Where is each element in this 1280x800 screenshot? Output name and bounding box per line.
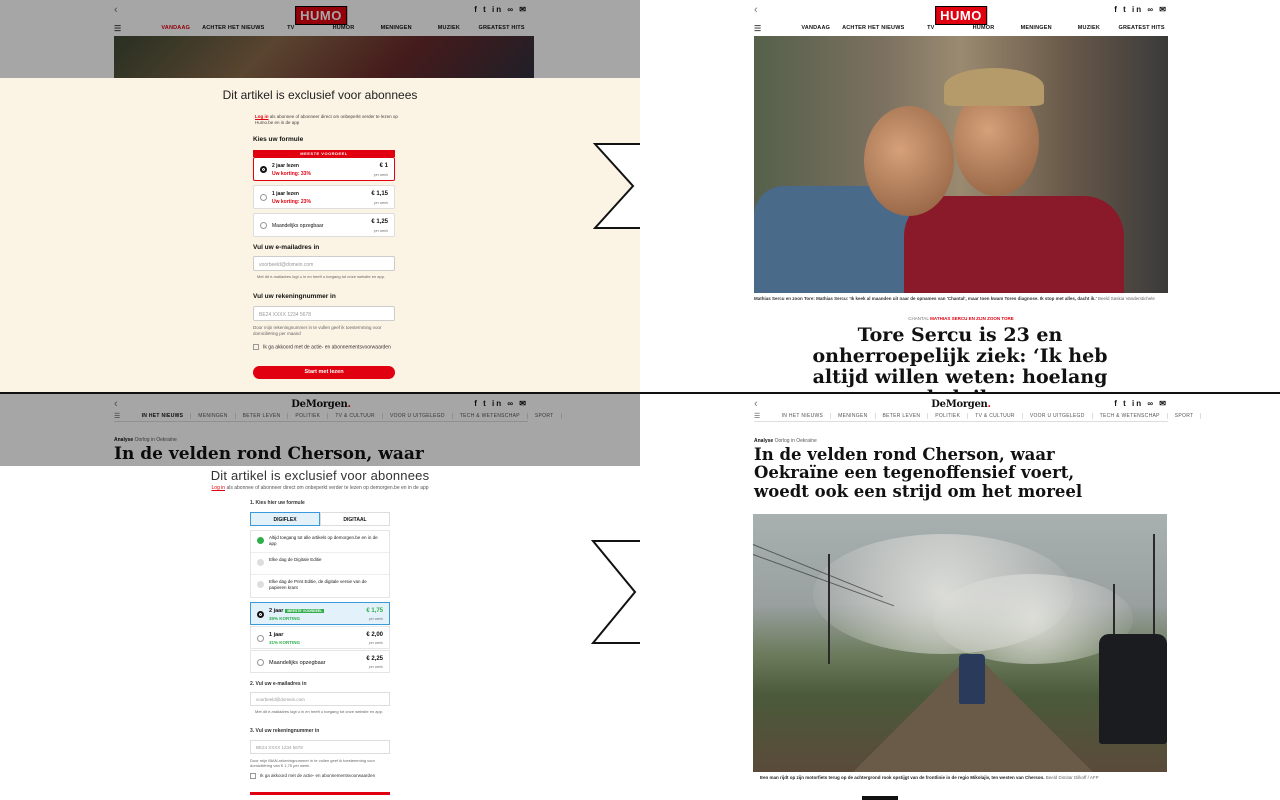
nav-item[interactable]: POLITIEK xyxy=(928,412,969,419)
iban-hint: Door mijn rekeningnummer in te vullen ge… xyxy=(253,325,382,337)
nav-item[interactable]: MUZIEK xyxy=(1063,25,1116,31)
terms-checkbox[interactable] xyxy=(250,773,256,779)
feature-item: Altijd toegang tot alle artikels op demo… xyxy=(251,531,389,553)
feature-item: Elke dag de Print Editie, de digitale ve… xyxy=(251,575,389,597)
login-link[interactable]: Log in xyxy=(255,114,269,119)
tab-digitaal[interactable]: DIGITAAL xyxy=(320,512,390,526)
check-icon xyxy=(257,537,264,544)
article-photo xyxy=(754,36,1168,293)
humo-article-screen: ‹ HUMO f t in ∞ ✉ ☰ VANDAAG ACHTER HET N… xyxy=(640,0,1280,392)
best-value-ribbon: MEESTE VOORDEEL xyxy=(253,150,395,157)
nav-item[interactable]: SPORT xyxy=(1168,412,1202,419)
plan-option-monthly[interactable]: Maandelijks opzegbaar € 1,25 per week xyxy=(253,213,395,237)
nav-item[interactable]: TECH & WETENSCHAP xyxy=(1093,412,1168,419)
nav-item[interactable]: TV xyxy=(904,25,957,31)
nav-item[interactable]: ACHTER HET NIEUWS xyxy=(842,25,904,31)
email-hint: Met dit e-mailadres logt u in en heeft u… xyxy=(255,709,384,714)
article-kicker: CHANTAL MATHIAS SERCU EN ZIJN ZOON TORE xyxy=(908,316,1014,321)
email-hint: Met dit e-mailadres logt u in en heeft u… xyxy=(257,274,386,279)
nav-item[interactable]: TV & CULTUUR xyxy=(968,412,1023,419)
nav-item[interactable]: VANDAAG xyxy=(789,25,842,31)
scroll-indicator xyxy=(862,796,898,800)
plan-option-1-year[interactable]: 1 jaar 31% KORTING € 2,00 per week xyxy=(250,626,390,649)
step3-heading: 3. Vul uw rekeningnummer in xyxy=(250,728,320,734)
nav-item[interactable]: MENINGEN xyxy=(1010,25,1063,31)
feature-item: Elke dag de Digitale Editie xyxy=(251,553,389,575)
email-field[interactable]: voorbeeld@domein.com xyxy=(253,256,395,271)
back-icon[interactable]: ‹ xyxy=(754,4,758,16)
social-icons[interactable]: f t in ∞ ✉ xyxy=(1114,399,1168,408)
paywall-panel: Dit artikel is exclusief voor abonnees L… xyxy=(0,78,640,392)
login-link[interactable]: Log in xyxy=(211,485,225,491)
login-text: Log in als abonnee of abonneer direct om… xyxy=(211,485,429,491)
paywall-title: Dit artikel is exclusief voor abonnees xyxy=(210,468,430,483)
submit-button-edge[interactable] xyxy=(250,792,390,795)
humo-paywall-screen: ‹ HUMO f t in ∞ ✉ ☰ VANDAAG ACHTER HET N… xyxy=(0,0,640,392)
menu-icon[interactable]: ☰ xyxy=(754,412,761,420)
article-headline: In de velden rond Cherson, waar Oekraïne… xyxy=(754,445,1083,501)
start-reading-button[interactable]: Start met lezen xyxy=(253,366,395,379)
bullet-icon xyxy=(257,559,264,566)
terms-row[interactable]: Ik ga akkoord met de actie- en abonnemen… xyxy=(250,773,390,779)
dim-overlay xyxy=(0,394,640,466)
demorgen-article-screen: ‹ DeMorgen. f t in ∞ ✉ ☰ IN HET NIEUWS M… xyxy=(640,394,1280,800)
plan-option-2-years[interactable]: 2 jaar MEESTE VOORDEEL 35% KORTING € 1,75… xyxy=(250,602,390,625)
nav-item[interactable]: VOOR U UITGELEGD xyxy=(1023,412,1093,419)
article-headline: Tore Sercu is 23 en onherroepelijk ziek:… xyxy=(812,324,1108,392)
menu-icon[interactable]: ☰ xyxy=(754,24,761,33)
nav-item[interactable]: MENINGEN xyxy=(831,412,876,419)
dim-overlay xyxy=(0,0,640,78)
social-icons[interactable]: f t in ∞ ✉ xyxy=(1114,5,1168,14)
feature-list: Altijd toegang tot alle artikels op demo… xyxy=(250,530,390,598)
photo-caption: Mathias Sercu en zoon Tore: Mathias Serc… xyxy=(754,296,1155,301)
nav-item[interactable]: GREATEST HITS xyxy=(1115,25,1168,31)
demorgen-paywall-screen: ‹ DeMorgen. f t in ∞ ✉ ☰ IN HET NIEUWS M… xyxy=(0,394,640,800)
paywall-panel: Dit artikel is exclusief voor abonnees L… xyxy=(0,466,640,800)
back-icon[interactable]: ‹ xyxy=(754,398,758,410)
login-text: Log in als abonnee of abonneer direct om… xyxy=(255,114,398,126)
photo-caption: Een man rijdt op zijn motorfiets terug o… xyxy=(760,775,1099,780)
iban-field[interactable]: BE24 XXXX 1234 5678 xyxy=(253,306,395,321)
paywall-title: Dit artikel is exclusief voor abonnees xyxy=(222,88,418,102)
article-photo xyxy=(752,514,1167,772)
radio[interactable] xyxy=(257,635,264,642)
plan-option-1-year[interactable]: 1 jaar lezen Uw korting: 23% € 1,15 per … xyxy=(253,185,395,209)
step1-heading: 1. Kies hier uw formule xyxy=(250,500,305,506)
dm-nav: ☰ IN HET NIEUWS MENINGEN BETER LEVEN POL… xyxy=(754,410,1202,422)
nav-item[interactable]: IN HET NIEUWS xyxy=(775,412,832,419)
email-heading: Vul uw e-mailadres in xyxy=(253,244,320,251)
nav-item[interactable]: HUMOR xyxy=(957,25,1010,31)
iban-heading: Vul uw rekeningnummer in xyxy=(253,293,336,300)
nav-item[interactable]: BETER LEVEN xyxy=(876,412,929,419)
bullet-icon xyxy=(257,581,264,588)
radio[interactable] xyxy=(260,222,267,229)
tab-digiflex[interactable]: DIGIFLEX xyxy=(250,512,320,526)
article-meta: Analyse Oorlog in Oekraïne xyxy=(754,438,817,444)
radio-selected[interactable] xyxy=(257,611,264,618)
radio[interactable] xyxy=(260,194,267,201)
iban-hint: Door mijn IBAN-rekeningnummer in te vull… xyxy=(250,758,375,769)
humo-topbar: ‹ HUMO f t in ∞ ✉ xyxy=(754,2,1168,25)
best-value-badge: MEESTE VOORDEEL xyxy=(285,608,325,613)
formula-tabs: DIGIFLEX DIGITAAL xyxy=(250,512,390,526)
email-field[interactable]: voorbeeld@domein.com xyxy=(250,692,390,706)
terms-checkbox[interactable] xyxy=(253,344,259,350)
plan-option-monthly[interactable]: Maandelijks opzegbaar € 2,25 per week xyxy=(250,650,390,673)
radio[interactable] xyxy=(257,659,264,666)
iban-field[interactable]: BE24 XXXX 1234 5678 xyxy=(250,740,390,754)
plan-option-2-years[interactable]: 2 jaar lezen Uw korting: 33% € 1 per wee… xyxy=(253,157,395,181)
step2-heading: 2. Vul uw e-mailadres in xyxy=(250,681,307,687)
radio-selected[interactable] xyxy=(260,166,267,173)
formula-heading: Kies uw formule xyxy=(253,136,304,143)
humo-nav: ☰ VANDAAG ACHTER HET NIEUWS TV HUMOR MEN… xyxy=(754,22,1168,34)
demorgen-logo[interactable]: DeMorgen. xyxy=(931,399,991,410)
terms-row[interactable]: Ik ga akkoord met de actie- en abonnemen… xyxy=(253,344,395,351)
